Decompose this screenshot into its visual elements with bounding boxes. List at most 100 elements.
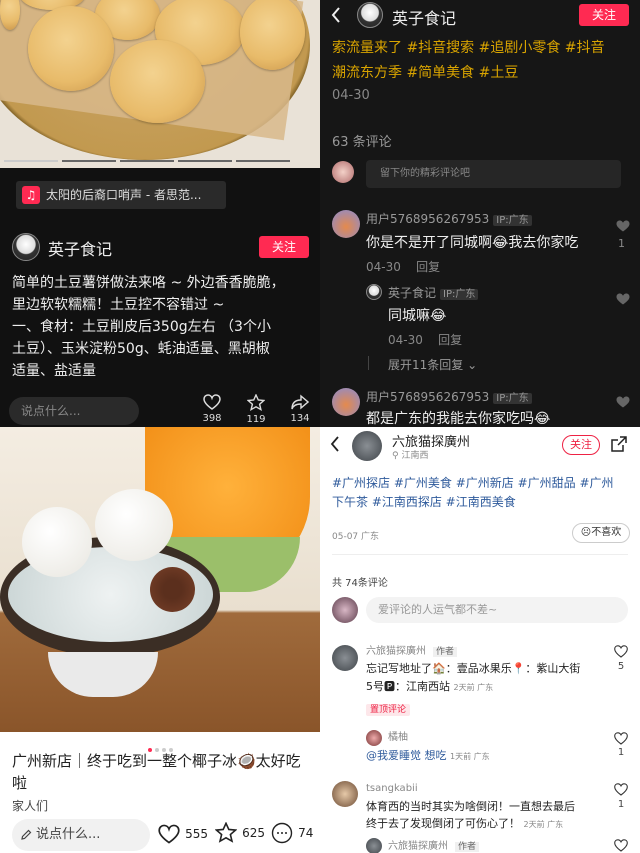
follow-button[interactable]: 关注 <box>562 435 600 455</box>
like-count: 1 <box>617 747 625 758</box>
post-date: 05-07 广东 <box>332 532 380 542</box>
share-icon <box>291 394 310 410</box>
reply-avatar[interactable] <box>366 284 382 300</box>
heart-icon[interactable] <box>614 839 628 852</box>
music-title: 太阳的后裔口哨声 - 者思范... <box>46 188 202 202</box>
comment-input[interactable]: 说点什么... <box>9 397 139 425</box>
commenter-name[interactable]: 六旅猫探廣州 <box>366 646 426 657</box>
post-subtitle: 家人们 <box>12 799 49 813</box>
comment-text-line: 忘记写地址了🏠：壹品冰果乐📍：紫山大街 <box>366 662 581 675</box>
heart-icon[interactable] <box>614 783 628 796</box>
favorite-button[interactable]: 625 <box>215 822 265 843</box>
comments-panel-potato: 英子食记 关注 索流量来了 #抖音搜索 #追剧小零食 #抖音 潮流东方季 #简单… <box>320 0 640 427</box>
comment-date: 04-30 <box>366 260 401 274</box>
reply-text: 同城嘛😂 <box>388 308 447 324</box>
post-panel-potato: ♫ 太阳的后裔口哨声 - 者思范... 英子食记 关注 简单的土豆薯饼做法来咯 … <box>0 0 320 427</box>
desc-line: 一、食材：⁠土豆削皮后350g左右 （3个小 <box>12 319 271 335</box>
follow-button[interactable]: 关注 <box>579 4 629 26</box>
food-photo-coconut-ice[interactable] <box>0 427 320 732</box>
desc-line: 土豆）、玉米淀粉50g、蚝油适量、黑胡椒 <box>12 341 270 357</box>
ip-badge: IP:广东 <box>493 215 532 226</box>
divider <box>332 554 628 555</box>
commenter-name[interactable]: 用户5768956267953 <box>366 212 489 226</box>
favorite-button[interactable]: 119 <box>241 393 271 425</box>
potato-cake <box>28 6 114 91</box>
star-icon <box>215 822 237 843</box>
reply-meta: 1天前 广东 <box>450 752 490 761</box>
dislike-label: 不喜欢 <box>591 527 622 538</box>
reply-avatar[interactable] <box>366 730 382 746</box>
reply-author[interactable]: 英子食记 <box>388 286 436 300</box>
heart-icon[interactable] <box>614 645 628 658</box>
music-note-icon: ♫ <box>22 186 40 204</box>
comment-button[interactable]: 74 <box>271 822 313 844</box>
reply-header: 六旅猫探廣州 作者 <box>388 838 480 853</box>
reply-button[interactable]: 回复 <box>416 260 440 274</box>
comment-header: 六旅猫探廣州 作者 <box>366 643 458 660</box>
comment-text-line: 终于去了发现倒闭了可伤心了！ 2天前 广东 <box>366 816 563 833</box>
desc-line: 简单的土豆薯饼做法来咯 ~ 外边香香脆脆， <box>12 275 285 291</box>
commenter-name[interactable]: 用户5768956267953 <box>366 390 489 404</box>
ip-badge: IP:广东 <box>440 289 479 300</box>
reply-avatar[interactable] <box>366 838 382 853</box>
heart-icon[interactable] <box>616 293 630 305</box>
heart-icon[interactable] <box>616 396 630 408</box>
star-icon <box>246 393 266 412</box>
author-avatar[interactable] <box>352 431 382 461</box>
commenter-avatar[interactable] <box>332 388 360 416</box>
pinned-tag: 置顶评论 <box>366 701 411 718</box>
comment-input[interactable]: 留下你的精彩评论吧 <box>366 160 621 188</box>
follow-button[interactable]: 关注 <box>259 236 309 258</box>
share-count: 134 <box>290 413 310 424</box>
back-arrow-icon[interactable] <box>330 436 340 452</box>
like-button[interactable]: 555 <box>158 823 208 844</box>
music-chip[interactable]: ♫ 太阳的后裔口哨声 - 者思范... <box>16 181 226 209</box>
ice-cream-scoop <box>22 507 92 577</box>
reply-date: 04-30 <box>388 333 423 347</box>
author-badge: 作者 <box>433 647 458 657</box>
comment-placeholder: 说点什么... <box>36 827 101 842</box>
reply-button[interactable]: 回复 <box>438 333 462 347</box>
hashtag-line[interactable]: #广州探店 #广州美食 #广州新店 #广州甜品 #广州 <box>332 474 632 493</box>
food-photo-potato-cakes[interactable] <box>0 0 320 168</box>
reply-header: 英子食记 IP:广东 <box>388 284 479 301</box>
hashtag-line[interactable]: 下午茶 #江南西探店 #江南西美食 <box>332 493 632 512</box>
ice-cream-scoop <box>95 489 173 561</box>
hashtags: 索流量来了 #抖音搜索 #追剧小零食 #抖音 潮流东方季 #简单美食 #土豆 <box>332 36 632 86</box>
comment-header: 用户5768956267953 IP:广东 <box>366 210 532 227</box>
like-button[interactable]: 398 <box>197 394 227 424</box>
comment-count: 63 条评论 <box>332 135 392 150</box>
author-avatar[interactable] <box>12 233 40 261</box>
commenter-avatar[interactable] <box>332 645 358 671</box>
desc-line: 里边软软糯糯！土豆控不容错过 ~ <box>12 297 225 313</box>
author-name[interactable]: 英子食记 <box>392 5 456 29</box>
author-badge: 作者 <box>455 842 480 852</box>
reply-line: @我爱睡觉 想吃 1天前 广东 <box>366 748 490 765</box>
expand-replies[interactable]: 展开11条回复 ⌄ <box>388 356 477 373</box>
share-icon[interactable] <box>610 435 628 453</box>
dislike-button[interactable]: ☹不喜欢 <box>572 523 630 543</box>
reply-meta: 04-30 回复 <box>388 331 462 348</box>
progress-segment <box>236 160 290 162</box>
like-count: 5 <box>617 661 625 672</box>
potato-cake <box>110 40 205 123</box>
commenter-name[interactable]: tsangkabii <box>366 781 418 797</box>
comment-header: 用户5768956267953 IP:广东 <box>366 388 532 405</box>
comment-input[interactable]: 爱评论的人运气都不差~ <box>366 597 628 623</box>
commenter-avatar[interactable] <box>332 210 360 238</box>
hashtag-line[interactable]: 潮流东方季 #简单美食 #土豆 <box>332 61 632 86</box>
comment-input[interactable]: 说点什么... <box>12 819 150 851</box>
reply-author[interactable]: 六旅猫探廣州 <box>388 841 448 852</box>
hashtag-line[interactable]: 索流量来了 #抖音搜索 #追剧小零食 #抖音 <box>332 36 632 61</box>
reply-author[interactable]: 橘柚 <box>388 730 408 746</box>
post-description: 简单的土豆薯饼做法来咯 ~ 外边香香脆脆， 里边软软糯糯！土豆控不容错过 ~ 一… <box>12 272 312 382</box>
author-name[interactable]: 英子食记 <box>48 236 112 260</box>
commenter-avatar[interactable] <box>332 781 358 807</box>
back-arrow-icon[interactable] <box>330 6 342 24</box>
heart-icon[interactable] <box>614 732 628 745</box>
author-avatar[interactable] <box>357 2 383 28</box>
share-button[interactable]: 134 <box>285 394 315 424</box>
heart-icon[interactable] <box>616 220 630 232</box>
heart-icon <box>158 824 180 844</box>
like-count: 555 <box>185 826 208 841</box>
